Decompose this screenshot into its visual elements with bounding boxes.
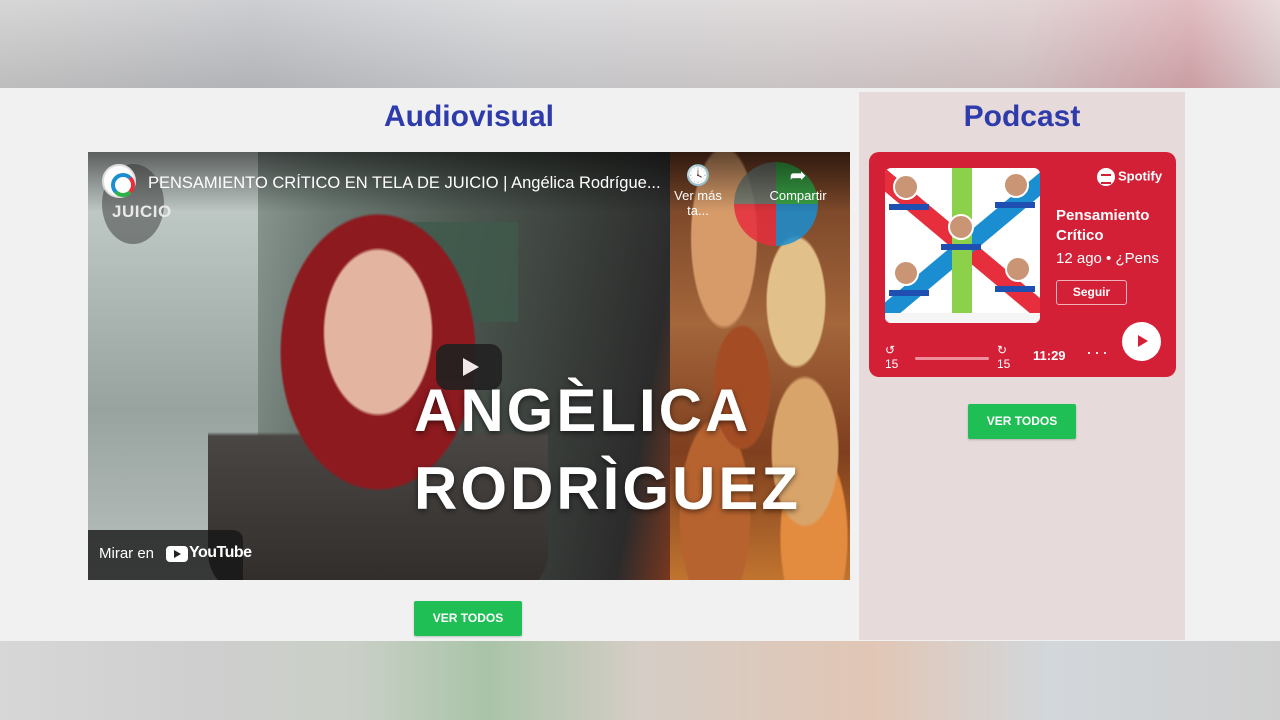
spotify-icon	[1097, 168, 1115, 186]
podcast-show-name[interactable]: Pensamiento Crítico	[1056, 206, 1166, 246]
follow-button[interactable]: Seguir	[1056, 280, 1127, 305]
share-button[interactable]: ➦ Compartir	[763, 164, 833, 203]
guest-name-tag	[889, 290, 929, 296]
guest-name-tag	[995, 286, 1035, 292]
podcast-play-button[interactable]	[1122, 322, 1161, 361]
rewind-label: 15	[885, 357, 899, 371]
guest-photo	[1003, 172, 1029, 198]
bottom-background-band	[0, 641, 1280, 720]
more-options-button[interactable]: ···	[1086, 342, 1110, 363]
podcast-heading: Podcast	[963, 100, 1081, 133]
guest-photo	[1005, 256, 1031, 282]
watch-later-label: Ver más ta...	[674, 188, 722, 218]
cover-caption-strip	[885, 313, 1040, 323]
top-background-band	[0, 0, 1280, 88]
audiovisual-view-all-button[interactable]: VER TODOS	[414, 601, 522, 636]
watch-on-label: Mirar en	[99, 545, 155, 562]
guest-photo	[948, 214, 974, 240]
forward-15-button[interactable]: ↻ 15	[997, 343, 1010, 371]
guest-name-tag	[941, 244, 981, 250]
channel-logo-text: JUICIO	[112, 202, 172, 221]
forward-icon: ↻	[997, 343, 1008, 357]
audiovisual-heading: Audiovisual	[383, 100, 555, 133]
guest-name-tag	[889, 204, 929, 210]
video-title-link[interactable]: PENSAMIENTO CRÍTICO EN TELA DE JUICIO | …	[148, 174, 668, 193]
episode-duration: 11:29	[1033, 348, 1066, 363]
share-label: Compartir	[769, 188, 827, 203]
forward-label: 15	[997, 357, 1011, 371]
spotify-wordmark: Spotify	[1118, 168, 1163, 184]
youtube-video-embed[interactable]: JUICIO PENSAMIENTO CRÍTICO EN TELA DE JU…	[88, 152, 850, 580]
watch-later-button[interactable]: 🕓 Ver más ta...	[668, 164, 728, 218]
guest-photo	[893, 174, 919, 200]
podcast-cover-art[interactable]	[885, 168, 1040, 323]
podcast-panel: Podcast Spotify Pensamiento Crítico 12 a…	[859, 92, 1185, 640]
thumbnail-overlay-last-name: RODRÌGUEZ	[414, 455, 801, 522]
guest-photo	[893, 260, 919, 286]
share-arrow-icon: ➦	[789, 165, 807, 187]
spotify-embed-player[interactable]: Spotify Pensamiento Crítico 12 ago • ¿Pe…	[869, 152, 1176, 377]
podcast-view-all-button[interactable]: VER TODOS	[968, 404, 1076, 439]
youtube-wordmark: YouTube	[189, 544, 252, 561]
thumbnail-overlay-first-name: ANGÈLICA	[414, 377, 752, 444]
episode-date-title: 12 ago • ¿Pens	[1056, 250, 1159, 267]
guest-name-tag	[995, 202, 1035, 208]
spotify-logo[interactable]: Spotify	[1097, 168, 1162, 186]
playback-progress-bar[interactable]	[915, 357, 989, 360]
channel-avatar-icon[interactable]	[102, 164, 136, 198]
youtube-play-icon	[166, 546, 188, 562]
watch-on-youtube-button[interactable]: Mirar en YouTube	[88, 530, 252, 580]
rewind-icon: ↺	[885, 343, 896, 357]
media-section: Audiovisual JUICIO PENSAMIENTO CRÍTICO E…	[0, 88, 1280, 641]
clock-icon: 🕓	[685, 165, 711, 187]
rewind-15-button[interactable]: ↺ 15	[885, 343, 898, 371]
